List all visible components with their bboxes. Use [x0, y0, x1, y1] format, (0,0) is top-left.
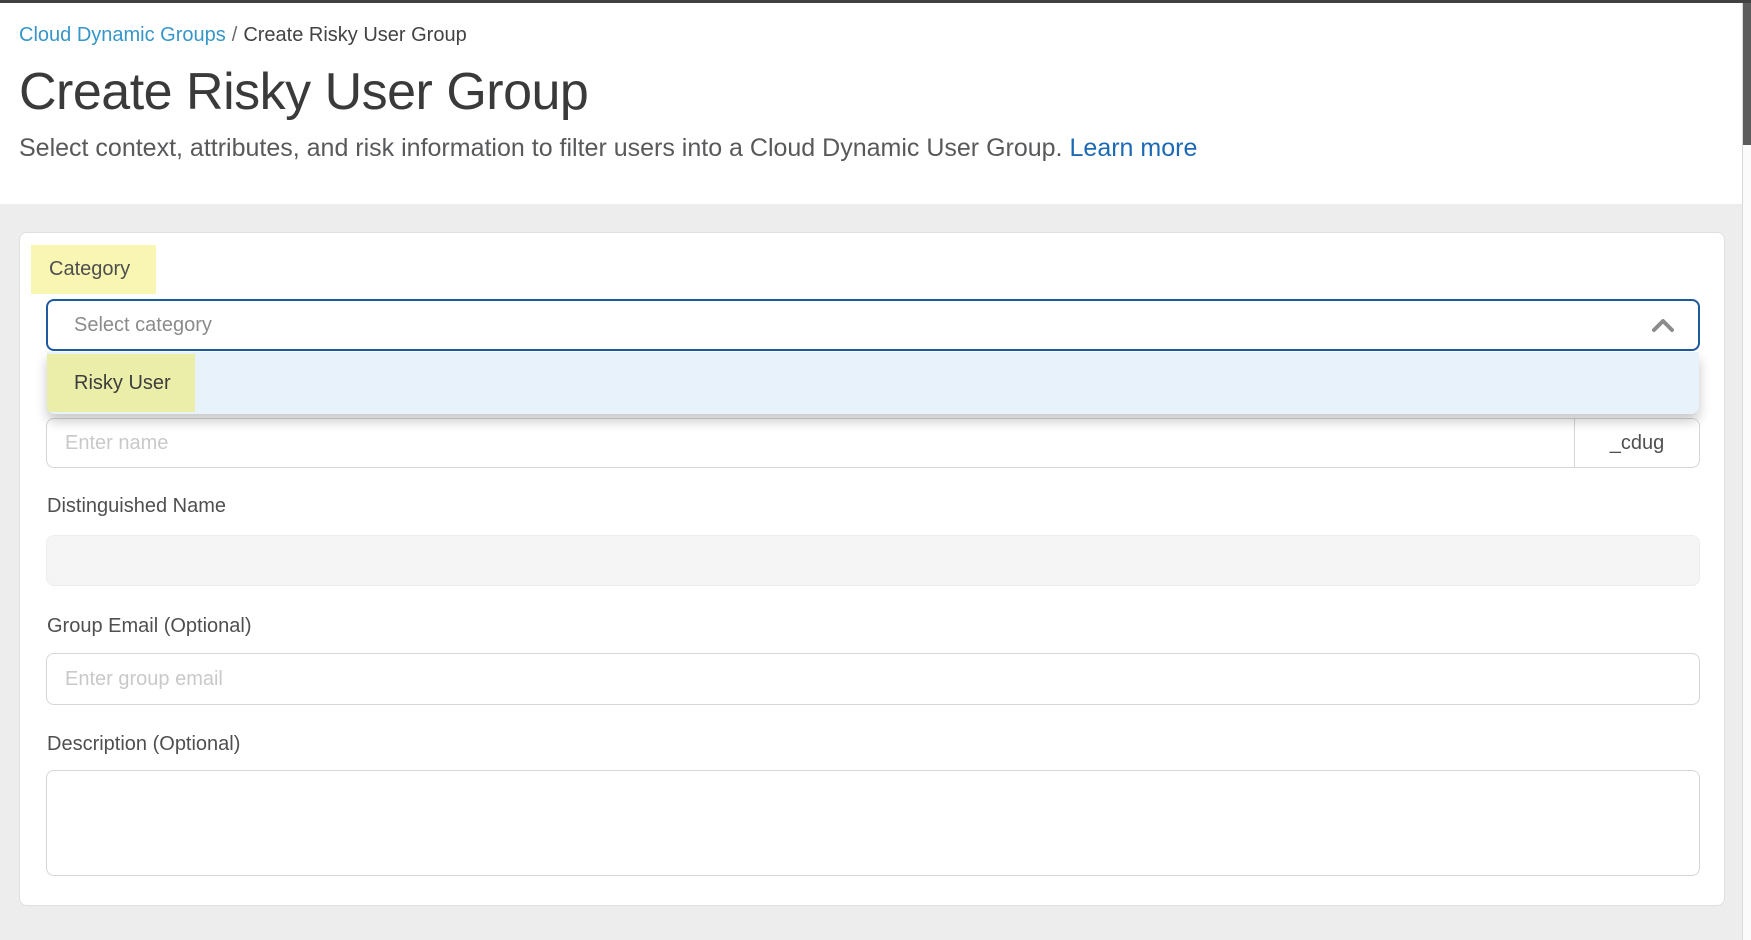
page-title: Create Risky User Group [19, 62, 1742, 122]
breadcrumb-current: Create Risky User Group [243, 24, 466, 46]
distinguished-name-label: Distinguished Name [47, 495, 226, 518]
page-header: Cloud Dynamic Groups/Create Risky User G… [0, 3, 1742, 204]
description-textarea[interactable] [46, 770, 1700, 876]
description-label: Description (Optional) [47, 733, 240, 756]
scrollbar-thumb[interactable] [1743, 3, 1751, 145]
distinguished-name-field [46, 535, 1700, 586]
create-group-form-card: Category Select category Risky User _cdu… [19, 232, 1725, 906]
page-subtitle-text: Select context, attributes, and risk inf… [19, 134, 1063, 162]
breadcrumb-separator: / [226, 24, 244, 46]
learn-more-link[interactable]: Learn more [1070, 134, 1198, 162]
group-email-label: Group Email (Optional) [47, 615, 252, 638]
category-select-placeholder: Select category [74, 314, 1652, 337]
group-name-suffix: _cdug [1574, 419, 1699, 467]
top-border [0, 0, 1751, 3]
group-name-input[interactable] [47, 419, 1574, 467]
chevron-up-icon[interactable] [1652, 319, 1674, 332]
page-subtitle: Select context, attributes, and risk inf… [19, 134, 1742, 163]
vertical-scrollbar[interactable] [1742, 3, 1751, 940]
breadcrumb: Cloud Dynamic Groups/Create Risky User G… [19, 22, 1742, 48]
risky-user-option-highlight: Risky User [47, 354, 195, 412]
breadcrumb-link-cloud-dynamic-groups[interactable]: Cloud Dynamic Groups [19, 24, 226, 46]
category-label: Category [49, 258, 130, 281]
category-label-highlight: Category [31, 245, 156, 294]
group-email-input[interactable] [46, 653, 1700, 705]
group-name-field-group: _cdug [46, 418, 1700, 468]
category-dropdown-menu: Risky User [47, 352, 1699, 414]
category-select[interactable]: Select category [46, 299, 1700, 351]
dropdown-option-risky-user[interactable]: Risky User [47, 352, 1699, 414]
